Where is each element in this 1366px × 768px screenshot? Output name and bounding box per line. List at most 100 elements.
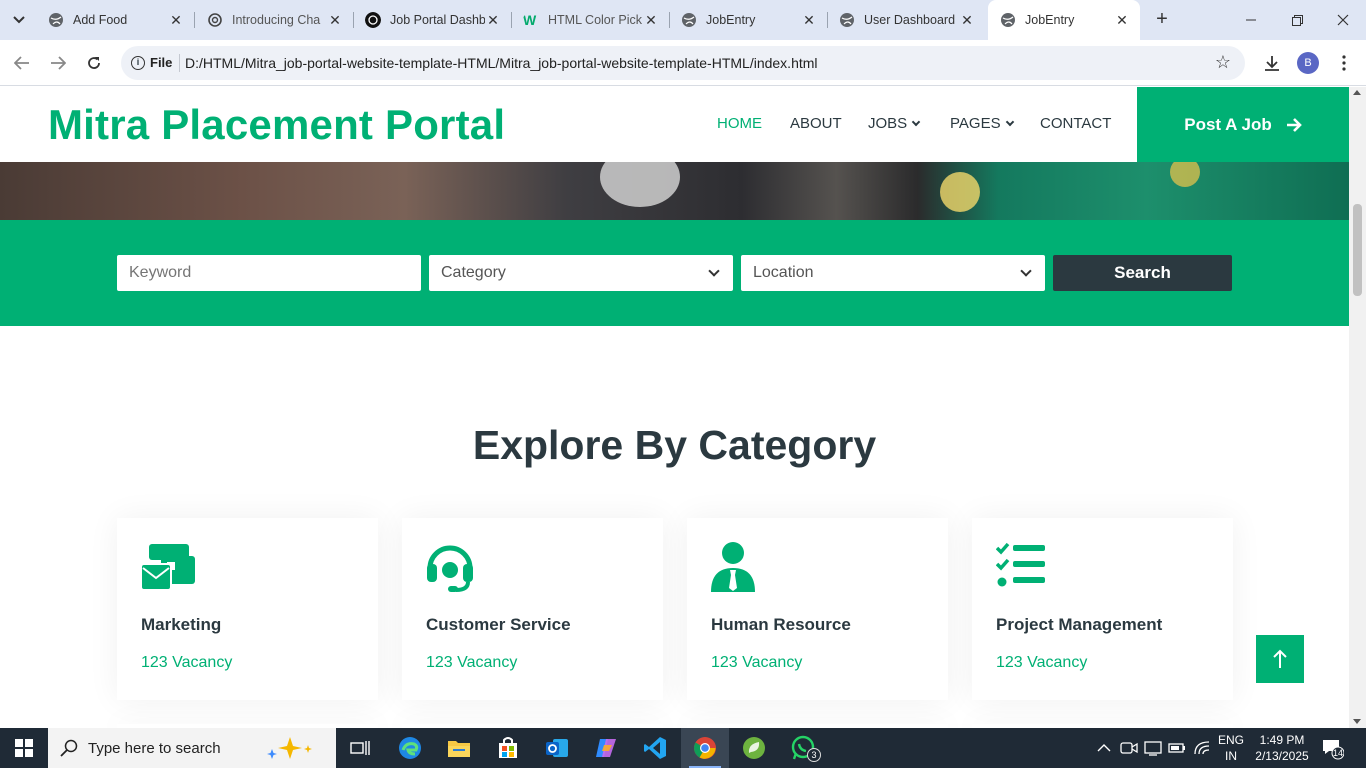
taskbar-app-spring[interactable] [730, 728, 778, 768]
edge-icon [399, 737, 421, 759]
category-card[interactable]: Project Management 123 Vacancy [972, 518, 1233, 700]
show-hidden-icons-button[interactable] [1097, 728, 1111, 768]
battery-button[interactable] [1168, 728, 1186, 768]
new-tab-button[interactable]: + [1150, 8, 1174, 32]
scroll-thumb[interactable] [1353, 204, 1362, 296]
browser-tab[interactable]: Add Food ✕ [36, 4, 194, 36]
notification-center-button[interactable]: 14 [1320, 736, 1345, 760]
address-bar[interactable]: i File D:/HTML/Mitra_job-portal-website-… [121, 46, 1245, 80]
search-button[interactable]: Search [1053, 255, 1232, 291]
arrow-right-icon [51, 56, 66, 70]
browser-menu-button[interactable] [1332, 51, 1356, 75]
omnibox-separator [179, 54, 180, 72]
post-job-button[interactable]: Post A Job [1137, 87, 1349, 162]
copilot-sparkle-icon [267, 737, 312, 759]
notification-count: 14 [1332, 748, 1343, 758]
meet-now-button[interactable] [1120, 728, 1138, 768]
forward-button[interactable] [46, 51, 70, 75]
category-select[interactable]: Category [429, 255, 733, 291]
nav-about[interactable]: ABOUT [790, 115, 842, 132]
copilot-icon [596, 739, 616, 757]
browser-toolbar: i File D:/HTML/Mitra_job-portal-website-… [0, 40, 1366, 86]
w3schools-icon: W [523, 12, 537, 28]
close-tab-icon[interactable]: ✕ [327, 12, 343, 28]
scroll-up-arrow[interactable] [1353, 90, 1361, 95]
category-vacancy: 123 Vacancy [711, 654, 803, 671]
nav-contact[interactable]: CONTACT [1040, 115, 1111, 132]
taskbar-app-edge[interactable] [386, 728, 434, 768]
close-window-button[interactable] [1320, 0, 1366, 40]
close-tab-icon[interactable]: ✕ [168, 12, 184, 28]
close-tab-icon[interactable]: ✕ [1114, 12, 1130, 28]
nav-label: HOME [717, 115, 762, 132]
browser-tab[interactable]: W HTML Color Pick ✕ [511, 4, 669, 36]
globe-icon [840, 13, 854, 27]
taskbar-app-copilot[interactable] [582, 728, 630, 768]
tray-device-button[interactable] [1144, 728, 1162, 768]
page-scrollbar[interactable] [1349, 87, 1366, 728]
globe-icon [682, 13, 696, 27]
network-button[interactable] [1193, 728, 1211, 768]
category-value: Category [441, 264, 506, 281]
browser-tab[interactable]: User Dashboard ✕ [827, 4, 985, 36]
nav-pages[interactable]: PAGES [950, 115, 1014, 132]
url-text[interactable]: D:/HTML/Mitra_job-portal-website-templat… [185, 55, 818, 71]
scroll-down-arrow[interactable] [1353, 719, 1361, 724]
info-icon[interactable]: i [131, 56, 145, 70]
keyword-input[interactable]: Keyword [117, 255, 421, 291]
tab-search-button[interactable] [6, 7, 32, 33]
vscode-icon [644, 737, 666, 759]
close-tab-icon[interactable]: ✕ [959, 12, 975, 28]
browser-tab[interactable]: Introducing Cha ✕ [195, 4, 353, 36]
outlook-icon [546, 739, 568, 757]
category-card[interactable]: Customer Service 123 Vacancy [402, 518, 663, 700]
kebab-menu-icon [1342, 55, 1346, 71]
profile-avatar[interactable]: B [1297, 52, 1319, 74]
browser-tab[interactable]: JobEntry ✕ [669, 4, 827, 36]
system-clock[interactable]: 1:49 PM 2/13/2025 [1252, 732, 1312, 764]
scheme-chip[interactable]: File [150, 55, 172, 70]
taskbar-app-outlook[interactable] [533, 728, 581, 768]
taskbar-app-whatsapp[interactable]: 3 [779, 728, 827, 768]
category-card[interactable]: Human Resource 123 Vacancy [687, 518, 948, 700]
keyword-placeholder: Keyword [129, 264, 192, 281]
openai-icon [208, 13, 222, 27]
category-name: Customer Service [426, 615, 571, 634]
browser-tab-active[interactable]: JobEntry ✕ [988, 0, 1140, 40]
category-card[interactable]: Marketing 123 Vacancy [117, 518, 378, 700]
chevron-down-icon [1005, 117, 1014, 127]
search-band: Keyword Category Location Search [0, 220, 1349, 326]
close-tab-icon[interactable]: ✕ [485, 12, 501, 28]
taskbar-app-store[interactable] [484, 728, 532, 768]
reload-button[interactable] [82, 51, 106, 75]
task-view-button[interactable] [336, 728, 384, 768]
minimize-button[interactable] [1228, 0, 1274, 40]
tab-title: User Dashboard [864, 13, 956, 27]
nav-jobs[interactable]: JOBS [868, 115, 921, 132]
nav-home[interactable]: HOME [717, 115, 762, 132]
restore-button[interactable] [1274, 0, 1320, 40]
site-brand[interactable]: Mitra Placement Portal [48, 101, 505, 149]
post-job-label: Post A Job [1184, 114, 1272, 134]
tab-title: HTML Color Pick [548, 13, 642, 27]
close-tab-icon[interactable]: ✕ [643, 12, 659, 28]
input-language-indicator[interactable]: ENG IN [1214, 732, 1248, 764]
browser-tab[interactable]: Job Portal Dashb ✕ [353, 4, 511, 36]
section-title: Explore By Category [472, 422, 877, 468]
category-vacancy: 123 Vacancy [426, 654, 518, 671]
start-button[interactable] [0, 728, 48, 768]
taskbar-app-vscode[interactable] [631, 728, 679, 768]
taskbar-app-file-explorer[interactable] [435, 728, 483, 768]
back-to-top-button[interactable] [1256, 635, 1304, 683]
location-select[interactable]: Location [741, 255, 1045, 291]
tab-title: JobEntry [706, 13, 756, 27]
openai-icon [365, 12, 381, 28]
taskbar-search-box[interactable]: Type here to search [48, 728, 336, 768]
site-navbar: Mitra Placement Portal HOME ABOUT JOBS P… [0, 87, 1349, 162]
globe-icon [49, 13, 63, 27]
downloads-button[interactable] [1260, 51, 1284, 75]
close-tab-icon[interactable]: ✕ [801, 12, 817, 28]
bookmark-star-icon[interactable]: ☆ [1215, 52, 1231, 73]
taskbar-app-chrome[interactable] [681, 728, 729, 768]
back-button[interactable] [10, 51, 34, 75]
